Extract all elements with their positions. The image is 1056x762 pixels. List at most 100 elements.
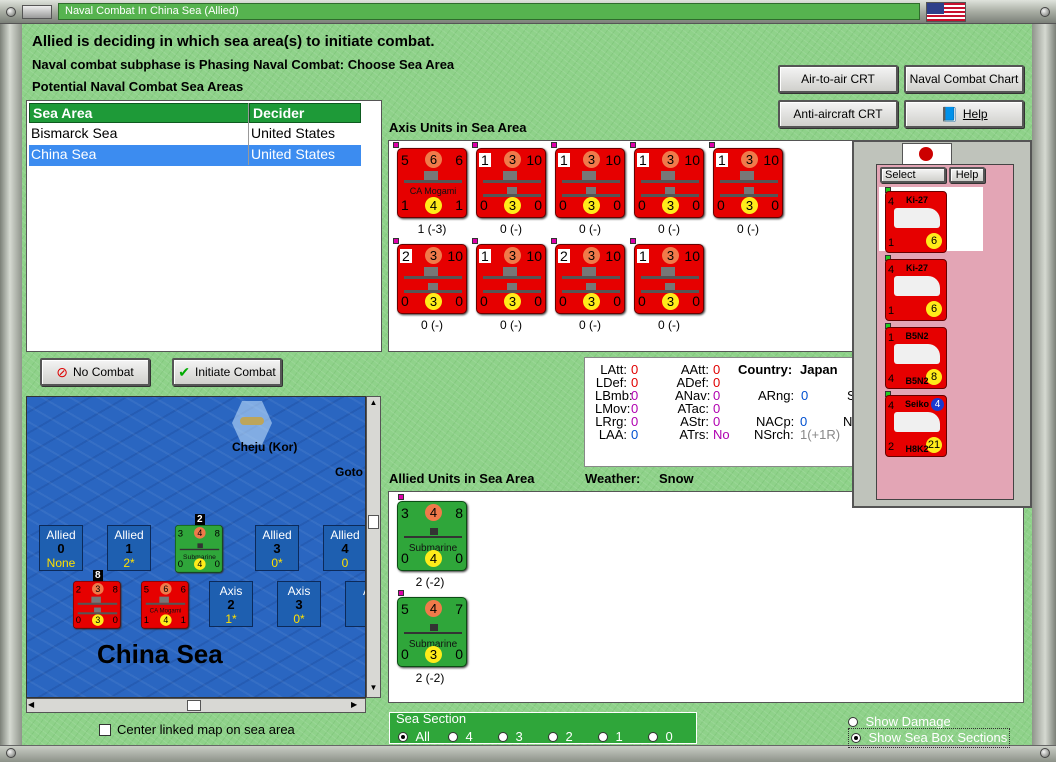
sea-section-radio[interactable] [548,731,558,742]
unit-counter[interactable]: 2 3 10 0 3 0 [555,244,625,314]
sea-section-option[interactable]: 1 [598,728,623,746]
aircraft-stat: 4 [888,264,895,276]
counter-stat: 10 [605,152,621,168]
naval-combat-chart-button[interactable]: Naval Combat Chart [904,65,1024,93]
sea-box-side: Axis [219,584,243,598]
sea-area-table[interactable]: Sea Area Decider Bismarck Sea United Sta… [26,100,382,352]
sea-section-option-label: 1 [615,729,623,744]
sea-section-radio[interactable] [398,731,408,742]
aircraft-counter[interactable]: B5N2 1 4 8 B5N2 [885,327,947,389]
aircraft-counter[interactable]: Seiko 4 2 21 H8K2 4 [885,395,947,457]
anti-aircraft-crt-button[interactable]: Anti-aircraft CRT [778,100,898,128]
unit-counter[interactable]: 238030 [73,581,121,629]
sea-box-allied[interactable]: Allied 3 0* [255,525,299,571]
sea-section-option[interactable]: 4 [448,728,473,746]
unit-marker-icon [393,142,399,148]
map-horizontal-scrollbar[interactable]: ◀ ▶ [26,698,366,713]
sea-section-option[interactable]: All [398,728,430,746]
japan-unit-list[interactable]: Select Help Ki-27 4 1 6 Ki-27 4 1 6 B5N2… [876,164,1014,500]
sea-box-allied[interactable]: Allied 0 None [39,525,83,571]
scroll-up-icon[interactable]: ▲ [368,398,379,410]
cell-decider: United States [251,146,336,162]
show-sections-radio[interactable] [851,732,861,743]
unit-strength-label: 0 (-) [500,318,522,332]
sea-box-axis[interactable]: Axis 2 1* [209,581,253,627]
air-to-air-crt-button[interactable]: Air-to-air CRT [778,65,898,93]
counter-stat: 7 [455,601,463,617]
nsrch-label: NSrch: [754,427,794,442]
help-button[interactable]: 📘 Help [904,100,1024,128]
counter-stat: 10 [447,248,463,264]
stack-count: 2 [195,514,205,525]
map-vertical-scrollbar[interactable]: ▲ ▼ [366,396,381,698]
unit-counter[interactable]: 1 3 10 0 3 0 [476,148,546,218]
scroll-right-icon[interactable]: ▶ [351,700,363,711]
counter-circle-top: 3 [425,247,442,264]
counter-stat: 10 [526,248,542,264]
select-button[interactable]: Select [880,167,946,183]
counter-stat: 1 [455,197,463,213]
aircraft-counter[interactable]: Ki-27 4 1 6 [885,259,947,321]
stat-label: ATrs: [679,427,709,442]
sea-box-allied[interactable]: Allied 4 0 [323,525,365,571]
unit-counter[interactable]: 5 6 6 CA Mogami 1 4 1 [141,581,189,629]
sea-section-option[interactable]: 3 [498,728,523,746]
scroll-thumb[interactable] [187,700,201,711]
table-row-selected[interactable]: China Sea United States [29,145,361,166]
aircraft-silhouette-icon [894,208,940,228]
aircraft-counter[interactable]: Ki-27 4 1 6 [885,191,947,253]
button-label: Air-to-air CRT [801,72,875,86]
unit-counter[interactable]: 1 3 10 0 3 0 [713,148,783,218]
unit-counter[interactable]: 1 3 10 0 3 0 [634,244,704,314]
sea-section-radio[interactable] [498,731,508,742]
col-header-decider[interactable]: Decider [249,103,361,123]
unit-counter[interactable]: 5 4 7 Submarine 0 3 0 [397,597,467,667]
window-close-button[interactable] [22,5,52,19]
unit-counter[interactable]: 3 4 8 Submarine 0 4 0 [397,501,467,571]
unit-strength-label: 0 (-) [737,222,759,236]
initiate-combat-button[interactable]: ✔ Initiate Combat [172,358,282,386]
unit-strength-label: 0 (-) [658,318,680,332]
unit-counter[interactable]: 1 3 10 0 3 0 [555,148,625,218]
unit-marker-icon [551,238,557,244]
counter-stat: 1 [558,152,570,168]
unit-counter[interactable]: 2 3 10 0 3 0 [397,244,467,314]
weather-label: Weather: [585,471,641,486]
unit-counter[interactable]: 3 4 8 Submarine 0 4 0 [175,525,223,573]
show-sections-option[interactable]: Show Sea Box Sections [848,728,1011,748]
table-row[interactable]: Bismarck Sea United States [29,124,361,145]
sea-box-allied[interactable]: Allied 1 2* [107,525,151,571]
ship-silhouette-icon [483,171,541,183]
show-damage-radio[interactable] [848,716,858,727]
scroll-left-icon[interactable]: ◀ [28,700,40,711]
sea-section-option[interactable]: 0 [648,728,673,746]
scroll-down-icon[interactable]: ▼ [368,683,379,695]
counter-stat: 0 [613,197,621,213]
ship-silhouette-icon [641,171,699,183]
sea-section-option[interactable]: 2 [548,728,573,746]
sea-box-side: Axis [287,584,311,598]
sea-box-value: 1* [225,612,237,626]
no-combat-button[interactable]: ⊘ No Combat [40,358,150,386]
counter-stat: 5 [401,152,409,168]
unit-counter[interactable]: 1 3 10 0 3 0 [634,148,704,218]
sea-section-radio[interactable] [598,731,608,742]
popup-help-button[interactable]: Help [949,167,985,183]
center-map-checkbox[interactable] [99,724,111,736]
scroll-thumb[interactable] [368,515,379,529]
japan-unit-window[interactable]: Select Help Ki-27 4 1 6 Ki-27 4 1 6 B5N2… [852,140,1032,508]
sea-area-map[interactable]: Cheju (Kor) Goto Allied 0 None Allied 1 … [26,396,366,698]
sea-box-axis[interactable]: Axis 3 0* [277,581,321,627]
sea-box-axis[interactable]: A [345,581,365,627]
col-header-sea-area[interactable]: Sea Area [29,103,249,123]
unit-counter[interactable]: 5 6 6 CA Mogami 1 4 1 [397,148,467,218]
unit-counter[interactable]: 1 3 10 0 3 0 [476,244,546,314]
counter-stat: 2 [75,583,82,595]
sea-box-number: 3 [295,597,303,612]
unit-marker-icon [398,590,404,596]
counter-circle-bottom: 3 [504,293,521,310]
sea-section-radio[interactable] [448,731,458,742]
counter-stat: 0 [559,293,567,309]
unit-strength-label: 2 (-2) [415,575,445,589]
sea-section-radio[interactable] [648,731,658,742]
